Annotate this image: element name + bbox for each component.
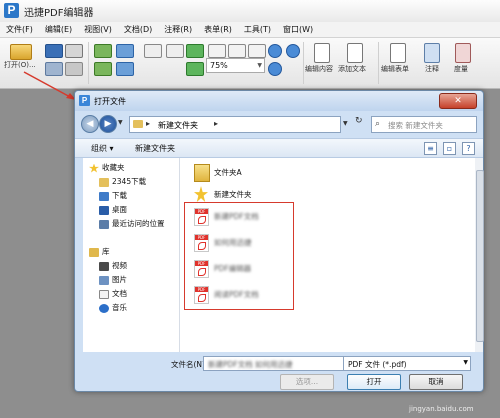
filename-value: 新建PDF文档 如何用迅捷 [208, 360, 293, 369]
dialog-footer: 文件名(N): 新建PDF文档 如何用迅捷 PDF 文件 (*.pdf) ▼ 选… [75, 353, 483, 391]
dialog-title: 打开文件 [94, 97, 126, 106]
nav-pictures[interactable]: 图片 [99, 274, 127, 286]
search-placeholder: 搜索 新建文件夹 [388, 121, 443, 130]
cancel-button[interactable]: 取消 [409, 374, 463, 390]
filename-field[interactable]: 新建PDF文档 如何用迅捷 [203, 356, 344, 371]
preview-pane-icon[interactable]: ▫ [443, 142, 456, 155]
nav-label: 下载 [112, 191, 127, 200]
address-dropdown-icon[interactable]: ▼ [343, 120, 348, 127]
file-name: 新建文件夹 [214, 190, 252, 199]
library-icon [89, 247, 99, 257]
recent-icon [99, 219, 109, 229]
help-icon[interactable]: ? [462, 142, 475, 155]
back-arrow-icon[interactable]: ◀ [81, 115, 99, 133]
star-icon [89, 163, 99, 173]
new-folder-button[interactable]: 新建文件夹 [135, 143, 175, 154]
music-icon [99, 303, 109, 313]
video-icon [99, 261, 109, 271]
watermark: jingyan.baidu.com [409, 405, 474, 413]
search-input[interactable]: ⌕ 搜索 新建文件夹 [371, 116, 477, 133]
highlight-box [184, 202, 294, 310]
scrollbar[interactable] [475, 158, 484, 352]
nav-favorites[interactable]: 收藏夹 [89, 162, 125, 174]
folder-icon [133, 120, 143, 128]
nav-label: 图片 [112, 275, 127, 284]
address-row: ◀ ▶ ▼ ▸ 新建文件夹 ▸ ▼ ↻ ⌕ 搜索 新建文件夹 [75, 111, 483, 137]
nav-recent[interactable]: 最近访问的位置 [99, 218, 165, 230]
navigation-pane: 收藏夹 2345下载 下载 桌面 最近访问的位置 库 视频 图片 文档 音乐 [83, 158, 180, 352]
desktop-icon [99, 205, 109, 215]
organize-button[interactable]: 组织 ▾ [91, 143, 114, 154]
nav-documents[interactable]: 文档 [99, 288, 127, 300]
nav-label: 收藏夹 [102, 163, 125, 172]
chevron-down-icon: ▼ [463, 359, 468, 366]
scrollbar-thumb[interactable] [476, 170, 484, 342]
forward-arrow-icon[interactable]: ▶ [99, 115, 117, 133]
view-mode-icon[interactable]: ≡ [424, 142, 437, 155]
history-dropdown-icon[interactable]: ▼ [118, 119, 123, 126]
folder-icon [194, 164, 210, 182]
close-button[interactable]: ✕ [439, 93, 477, 109]
nav-label: 最近访问的位置 [112, 219, 165, 228]
picture-icon [99, 275, 109, 285]
breadcrumb-current[interactable]: 新建文件夹 [158, 120, 198, 131]
search-icon: ⌕ [375, 119, 381, 129]
folder-icon [99, 177, 109, 187]
star-folder-icon [194, 186, 208, 202]
address-bar[interactable]: ▸ 新建文件夹 ▸ [129, 116, 341, 133]
breadcrumb-separator[interactable]: ▸ [146, 119, 150, 128]
filetype-value: PDF 文件 (*.pdf) [348, 360, 407, 369]
nav-label: 文档 [112, 289, 127, 298]
nav-downloads[interactable]: 下载 [99, 190, 127, 202]
nav-2345-downloads[interactable]: 2345下载 [99, 176, 146, 188]
nav-label: 库 [102, 247, 110, 256]
download-icon [99, 191, 109, 201]
breadcrumb-separator[interactable]: ▸ [214, 119, 218, 128]
nav-label: 视频 [112, 261, 127, 270]
nav-videos[interactable]: 视频 [99, 260, 127, 272]
filetype-select[interactable]: PDF 文件 (*.pdf) ▼ [343, 356, 471, 371]
nav-music[interactable]: 音乐 [99, 302, 127, 314]
options-button[interactable]: 选项... [280, 374, 334, 390]
dialog-app-icon: P [79, 95, 90, 106]
nav-label: 2345下载 [112, 177, 147, 186]
view-controls: ≡ ▫ ? [424, 142, 475, 155]
document-icon [99, 289, 109, 299]
refresh-icon[interactable]: ↻ [355, 116, 363, 126]
nav-libraries[interactable]: 库 [89, 246, 110, 258]
nav-desktop[interactable]: 桌面 [99, 204, 127, 216]
command-bar: 组织 ▾ 新建文件夹 ≡ ▫ ? [75, 138, 483, 158]
file-name: 文件夹A [214, 168, 242, 177]
nav-label: 桌面 [112, 205, 127, 214]
open-button[interactable]: 打开 [347, 374, 401, 390]
dialog-titlebar[interactable]: P 打开文件 ✕ [75, 91, 483, 111]
nav-label: 音乐 [112, 303, 127, 312]
